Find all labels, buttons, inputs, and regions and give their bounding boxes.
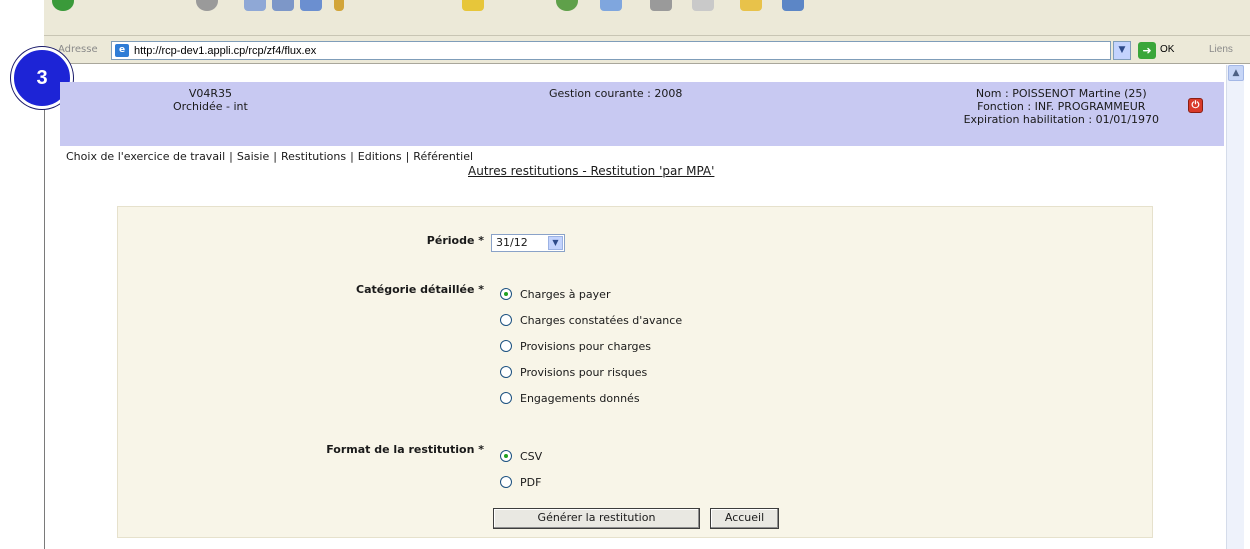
history-icon[interactable] — [556, 0, 578, 11]
edit-icon[interactable] — [334, 0, 344, 11]
stop-icon[interactable] — [196, 0, 218, 11]
habilitation-expiry: Expiration habilitation : 01/01/1970 — [963, 113, 1159, 126]
scroll-up-arrow-icon[interactable]: ▲ — [1228, 65, 1244, 81]
radio-label: Provisions pour charges — [520, 340, 652, 353]
radio-checked-icon[interactable] — [500, 288, 512, 300]
vertical-scrollbar[interactable]: ▲ — [1226, 65, 1244, 549]
page-icon[interactable] — [692, 0, 714, 11]
folder-icon[interactable] — [740, 0, 762, 11]
format-label: Format de la restitution * — [326, 443, 484, 456]
radio-charges-constatees[interactable]: Charges constatées d'avance — [500, 313, 682, 329]
ie-page-icon: e — [115, 44, 129, 57]
go-arrow-icon[interactable]: ➜ — [1138, 42, 1156, 59]
menu-separator: | — [350, 150, 354, 163]
menu-item-editions[interactable]: Editions — [358, 150, 402, 163]
links-label[interactable]: Liens — [1209, 44, 1233, 55]
menu-separator: | — [273, 150, 277, 163]
radio-format-pdf[interactable]: PDF — [500, 475, 541, 491]
mail-icon[interactable] — [600, 0, 622, 11]
radio-label: CSV — [520, 450, 543, 463]
app-header: V04R35 Orchidée - int Gestion courante :… — [60, 82, 1224, 146]
periode-selected-value: 31/12 — [496, 236, 528, 249]
print-icon[interactable] — [650, 0, 672, 11]
radio-format-csv[interactable]: CSV — [500, 449, 542, 465]
page-title: Autres restitutions - Restitution 'par M… — [468, 164, 715, 178]
radio-label: Charges à payer — [520, 288, 611, 301]
user-name: Nom : POISSENOT Martine (25) — [975, 87, 1147, 100]
categorie-label: Catégorie détaillée * — [356, 283, 484, 296]
back-icon[interactable] — [52, 0, 74, 11]
menu-separator: | — [229, 150, 233, 163]
go-button[interactable]: OK — [1160, 44, 1174, 55]
address-dropdown-button[interactable]: ▼ — [1113, 41, 1131, 60]
gestion-text: Gestion courante : 2008 — [549, 87, 683, 100]
radio-unchecked-icon[interactable] — [500, 314, 512, 326]
radio-label: PDF — [520, 476, 542, 489]
search-icon[interactable] — [300, 0, 322, 11]
radio-label: Charges constatées d'avance — [520, 314, 683, 327]
refresh-icon[interactable] — [244, 0, 266, 11]
radio-unchecked-icon[interactable] — [500, 366, 512, 378]
version-block: V04R35 Orchidée - int — [173, 87, 248, 113]
home-icon[interactable] — [272, 0, 294, 11]
url-text: http://rcp-dev1.appli.cp/rcp/zf4/flux.ex — [134, 45, 317, 57]
address-label: Adresse — [58, 44, 98, 55]
radio-charges-a-payer[interactable]: Charges à payer — [500, 287, 610, 303]
home-button[interactable]: Accueil — [710, 508, 779, 529]
radio-unchecked-icon[interactable] — [500, 476, 512, 488]
radio-unchecked-icon[interactable] — [500, 392, 512, 404]
radio-provisions-risques[interactable]: Provisions pour risques — [500, 365, 647, 381]
radio-label: Provisions pour risques — [520, 366, 648, 379]
menu-item-saisie[interactable]: Saisie — [237, 150, 269, 163]
radio-unchecked-icon[interactable] — [500, 340, 512, 352]
menu-item-restitutions[interactable]: Restitutions — [281, 150, 346, 163]
menu-separator: | — [405, 150, 410, 163]
menu-item-exercice[interactable]: Choix de l'exercice de travail — [66, 150, 225, 163]
restitution-form: Période * 31/12 ▼ Catégorie détaillée * … — [117, 206, 1153, 538]
user-info-block: Nom : POISSENOT Martine (25) Fonction : … — [964, 87, 1159, 126]
user-function: Fonction : INF. PROGRAMMEUR — [977, 100, 1146, 113]
logout-power-icon[interactable]: ⏻ — [1188, 98, 1203, 113]
radio-provisions-charges[interactable]: Provisions pour charges — [500, 339, 651, 355]
address-bar: Adresse e http://rcp-dev1.appli.cp/rcp/z… — [44, 36, 1250, 64]
environment-text: Orchidée - int — [173, 100, 248, 113]
radio-engagements-donnes[interactable]: Engagements donnés — [500, 391, 640, 407]
browser-toolbar — [44, 0, 1250, 36]
messenger-icon[interactable] — [782, 0, 804, 11]
periode-label: Période * — [426, 234, 484, 247]
periode-select[interactable]: 31/12 ▼ — [491, 234, 565, 252]
url-input[interactable]: e http://rcp-dev1.appli.cp/rcp/zf4/flux.… — [111, 41, 1111, 60]
version-text: V04R35 — [188, 87, 232, 100]
favorites-icon[interactable] — [462, 0, 484, 11]
main-menu: Choix de l'exercice de travail | Saisie | Re… — [66, 150, 473, 163]
menu-item-referentiel[interactable]: Référentiel — [413, 150, 473, 163]
radio-label: Engagements donnés — [520, 392, 640, 405]
chevron-down-icon[interactable]: ▼ — [548, 236, 563, 250]
generate-restitution-button[interactable]: Générer la restitution — [493, 508, 700, 529]
radio-checked-icon[interactable] — [500, 450, 512, 462]
